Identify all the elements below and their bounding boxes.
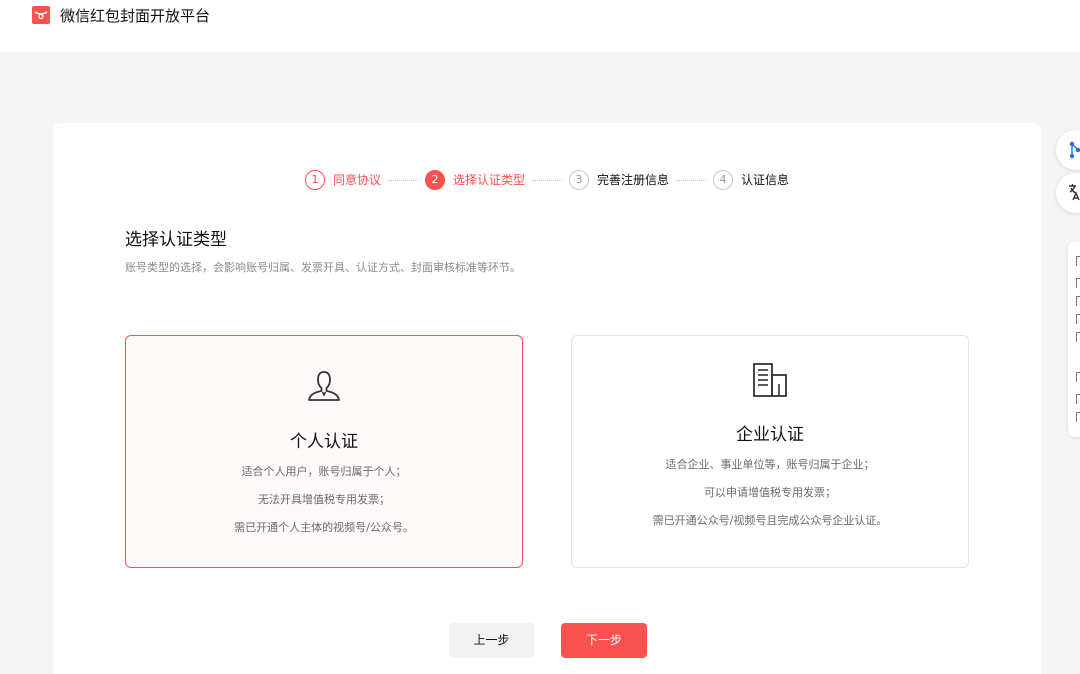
panel-glyph: [1076, 372, 1080, 382]
option-description: 适合个人用户，账号归属于个人； 无法开具增值税专用发票； 需已开通个人主体的视频…: [126, 458, 522, 542]
step-1-agree: 1 同意协议: [305, 170, 381, 190]
step-number: 2: [425, 170, 446, 190]
step-number: 1: [305, 170, 325, 190]
app-title: 微信红包封面开放平台: [60, 7, 211, 25]
step-connector: [388, 179, 419, 181]
panel-glyph: [1076, 296, 1080, 306]
step-number: 3: [569, 170, 590, 190]
step-label: 认证信息: [741, 173, 790, 187]
building-icon: [750, 360, 790, 404]
option-title: 个人认证: [290, 432, 358, 452]
step-3-register-info: 3 完善注册信息: [569, 170, 669, 190]
step-indicator: 1 同意协议 2 选择认证类型 3 完善注册信息 4 认证信息: [305, 170, 789, 190]
step-connector: [532, 179, 563, 181]
top-bar: 微信红包封面开放平台: [0, 0, 1080, 52]
step-label: 选择认证类型: [453, 173, 526, 187]
panel-glyph: [1076, 314, 1080, 324]
option-line: 适合企业、事业单位等，账号归属于企业；: [665, 458, 875, 471]
option-line: 需已开通公众号/视频号且完成公众号企业认证。: [652, 514, 888, 527]
next-step-button[interactable]: 下一步: [561, 623, 647, 658]
step-label: 同意协议: [333, 173, 382, 187]
panel-glyph: [1076, 394, 1080, 404]
section-description: 账号类型的选择，会影响账号归属、发票开具、认证方式、封面审核标准等环节。: [125, 261, 521, 274]
panel-glyph: [1076, 278, 1080, 288]
side-floating-panel[interactable]: [1068, 242, 1080, 437]
option-line: 无法开具增值税专用发票；: [258, 493, 390, 506]
translate-icon: [1069, 184, 1080, 201]
personal-verification-option[interactable]: 个人认证 适合个人用户，账号归属于个人； 无法开具增值税专用发票； 需已开通个人…: [125, 335, 523, 568]
network-icon: [1069, 141, 1080, 159]
person-icon: [304, 366, 344, 410]
panel-glyph: [1076, 332, 1080, 342]
step-label: 完善注册信息: [597, 173, 670, 187]
panel-glyph: [1076, 412, 1080, 422]
option-line: 需已开通个人主体的视频号/公众号。: [234, 521, 414, 534]
option-line: 可以申请增值税专用发票；: [704, 486, 836, 499]
previous-step-button[interactable]: 上一步: [449, 623, 534, 658]
option-line: 适合个人用户，账号归属于个人；: [241, 465, 407, 478]
step-4-verify-info: 4 认证信息: [713, 170, 789, 190]
step-number: 4: [713, 170, 734, 190]
step-2-select-type: 2 选择认证类型: [425, 170, 525, 190]
panel-glyph: [1076, 256, 1080, 266]
step-connector: [676, 179, 707, 181]
side-float-button-1[interactable]: [1056, 130, 1080, 170]
section-title: 选择认证类型: [125, 230, 227, 250]
side-float-button-2[interactable]: [1056, 173, 1080, 213]
enterprise-verification-option[interactable]: 企业认证 适合企业、事业单位等，账号归属于企业； 可以申请增值税专用发票； 需已…: [571, 335, 969, 568]
option-description: 适合企业、事业单位等，账号归属于企业； 可以申请增值税专用发票； 需已开通公众号…: [572, 451, 968, 535]
option-title: 企业认证: [736, 425, 804, 445]
red-envelope-logo-icon: [32, 6, 50, 24]
